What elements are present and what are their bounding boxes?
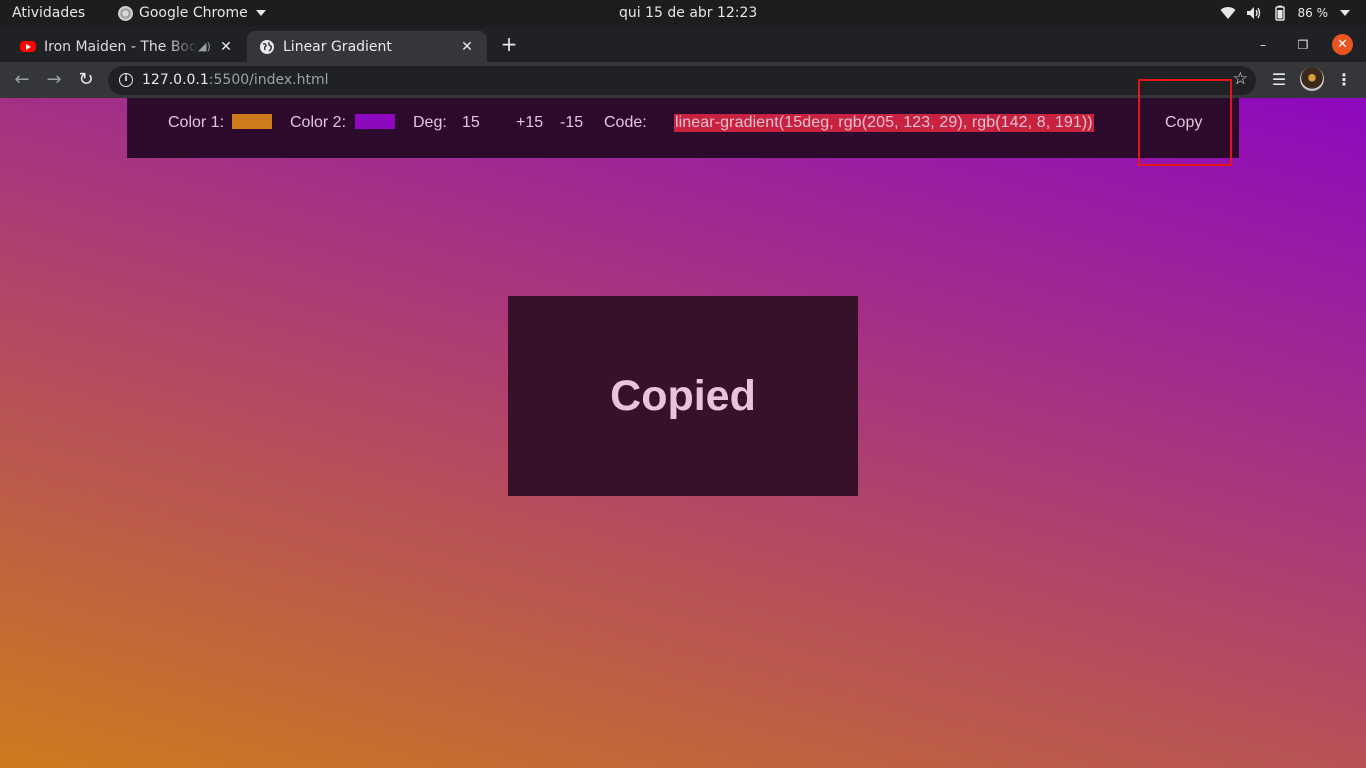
tab-linear-gradient[interactable]: Linear Gradient ✕ [247,31,487,62]
page-viewport: Color 1: Color 2: Deg: 15 +15 -15 Code: … [0,98,1366,768]
color2-label: Color 2: [290,114,347,131]
profile-avatar[interactable] [1300,67,1324,91]
tab-youtube[interactable]: Iron Maiden - The Book of Souls ◢) ✕ [8,31,246,62]
tab-strip: Iron Maiden - The Book of Souls ◢) ✕ Lin… [0,27,1366,62]
globe-icon [260,39,274,54]
url-host: 127.0.0.1 [142,72,209,88]
chevron-down-icon [255,10,266,16]
copied-toast-text: Copied [610,371,756,420]
deg-label: Deg: [413,114,447,131]
close-icon[interactable]: ✕ [218,39,234,55]
close-icon[interactable]: ✕ [459,39,475,55]
increase-deg-button[interactable]: +15 [516,114,543,132]
app-name: Google Chrome [139,5,248,21]
address-bar[interactable]: i 127.0.0.1:5500/index.html ☆ [108,66,1256,95]
volume-icon [1246,7,1260,19]
color2-picker[interactable] [355,114,395,129]
activities-button[interactable]: Atividades [12,5,85,21]
maximize-button[interactable]: ❐ [1293,35,1313,55]
kebab-menu-icon[interactable]: ⋮ [1333,69,1355,91]
new-tab-button[interactable]: + [499,34,519,55]
tab-title: Linear Gradient [283,38,392,55]
wifi-icon [1220,6,1235,19]
chevron-down-icon [1340,10,1350,16]
clock[interactable]: qui 15 de abr 12:23 [619,5,757,21]
deg-value: 15 [462,114,480,131]
bookmark-star-icon[interactable]: ☆ [1233,69,1248,89]
forward-button[interactable]: → [43,69,65,91]
back-button[interactable]: ← [11,69,33,91]
code-label: Code: [604,114,647,131]
click-highlight-box [1138,79,1232,166]
reload-button[interactable]: ↻ [75,69,97,91]
battery-level: 86 % [1297,6,1329,20]
minimize-button[interactable]: – [1253,35,1273,55]
chrome-icon [118,5,133,21]
tab-title: Iron Maiden - The Book of Souls [44,38,198,55]
gradient-controls-bar: Color 1: Color 2: Deg: 15 +15 -15 Code: … [127,98,1239,158]
speaker-icon[interactable]: ◢) [198,40,212,53]
url-path: :5500/index.html [208,72,329,88]
info-icon[interactable]: i [119,73,133,87]
gradient-code-text[interactable]: linear-gradient(15deg, rgb(205, 123, 29)… [674,114,1094,132]
close-window-button[interactable]: ✕ [1332,34,1353,55]
os-top-bar: Atividades Google Chrome qui 15 de abr 1… [0,0,1366,27]
battery-icon [1274,5,1285,21]
app-menu[interactable]: Google Chrome [118,5,266,21]
copied-toast: Copied [508,296,858,496]
youtube-icon [20,41,36,52]
color1-picker[interactable] [232,114,272,129]
system-status-menu[interactable]: 86 % [1220,5,1350,21]
media-control-icon[interactable]: ☰ [1268,69,1290,91]
color1-label: Color 1: [168,114,225,131]
url-text[interactable]: 127.0.0.1:5500/index.html [142,72,329,88]
decrease-deg-button[interactable]: -15 [560,114,583,132]
